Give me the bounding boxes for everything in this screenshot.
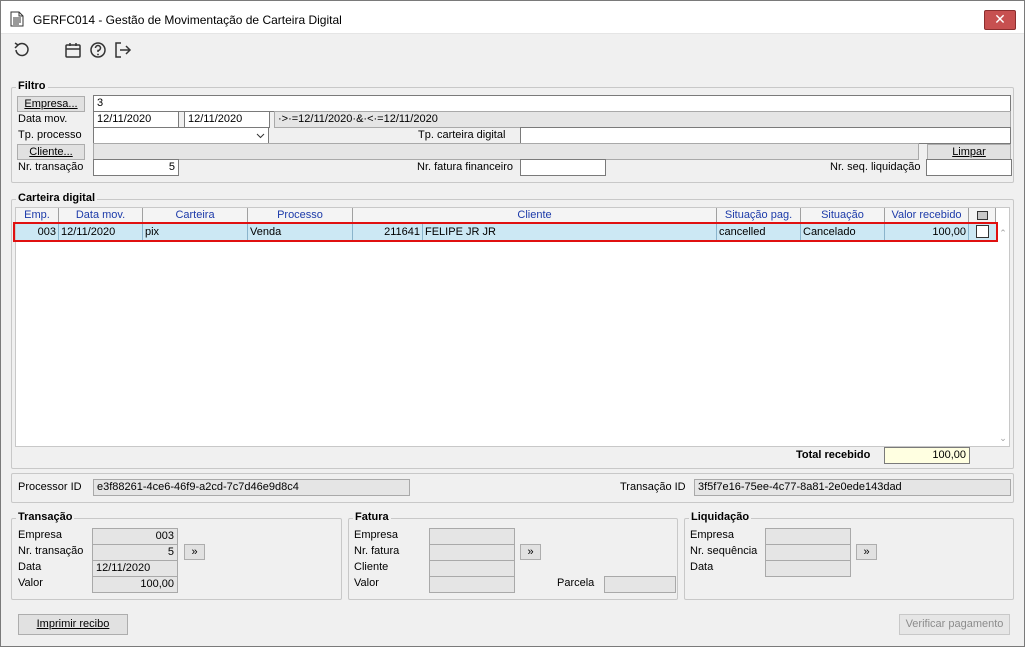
transacao-valor-value: 100,00 xyxy=(92,576,178,593)
cliente-button-label: Cliente... xyxy=(29,146,73,158)
selected-row-highlight xyxy=(13,222,998,242)
fatura-valor-value xyxy=(429,576,515,593)
liquidacao-empresa-label: Empresa xyxy=(690,529,735,541)
cliente-button[interactable]: Cliente... xyxy=(17,144,85,160)
nr-seq-input[interactable] xyxy=(926,159,1012,176)
transacao-title: Transação xyxy=(16,511,75,523)
close-button[interactable]: ✕ xyxy=(984,10,1016,30)
empresa-button[interactable]: Empresa... xyxy=(17,96,85,112)
limpar-button[interactable]: Limpar xyxy=(927,144,1011,160)
liquidacao-title: Liquidação xyxy=(689,511,752,523)
fatura-parcela-value xyxy=(604,576,676,593)
window-title: GERFC014 - Gestão de Movimentação de Car… xyxy=(33,13,342,27)
refresh-icon[interactable] xyxy=(12,40,32,60)
fatura-parcela-label: Parcela xyxy=(557,577,595,589)
transacao-id-label: Transação ID xyxy=(620,481,686,493)
transacao-go-button[interactable]: » xyxy=(184,544,205,560)
limpar-button-label: Limpar xyxy=(952,146,986,158)
toolbar xyxy=(1,35,1024,65)
processor-id-label: Processor ID xyxy=(18,481,82,493)
carteira-title: Carteira digital xyxy=(16,192,98,204)
data-mov-to-input[interactable]: 12/11/2020 xyxy=(184,111,270,128)
help-icon[interactable] xyxy=(88,40,108,60)
scroll-down-icon[interactable]: ⌄ xyxy=(997,433,1009,443)
main-window: GERFC014 - Gestão de Movimentação de Car… xyxy=(0,0,1025,647)
fatura-go-button[interactable]: » xyxy=(520,544,541,560)
document-icon xyxy=(10,11,24,27)
liquidacao-empresa-value xyxy=(765,528,851,545)
chevron-down-icon xyxy=(256,128,265,143)
fatura-cliente-label: Cliente xyxy=(354,561,389,573)
tp-processo-select[interactable] xyxy=(93,127,269,144)
carteira-grid: Emp. Data mov. Carteira Processo Cliente… xyxy=(15,207,1010,447)
fatura-nr-value xyxy=(429,544,515,561)
data-mov-label: Data mov. xyxy=(18,113,68,125)
data-mov-expression: ·>·=12/11/2020·&·<·=12/11/2020 xyxy=(274,111,1011,128)
nr-transacao-label: Nr. transação xyxy=(18,161,84,173)
liquidacao-data-value xyxy=(765,560,851,577)
liquidacao-nr-label: Nr. sequência xyxy=(690,545,758,557)
nr-transacao-input[interactable]: 5 xyxy=(93,159,179,176)
tp-carteira-input[interactable] xyxy=(520,127,1011,144)
total-label: Total recebido xyxy=(796,449,871,461)
verificar-pagamento-button[interactable]: Verificar pagamento xyxy=(899,614,1010,635)
select-all-icon xyxy=(976,211,988,220)
liquidacao-data-label: Data xyxy=(690,561,714,573)
liquidacao-go-button[interactable]: » xyxy=(856,544,877,560)
imprimir-recibo-button[interactable]: Imprimir recibo xyxy=(18,614,128,635)
nr-seq-label: Nr. seq. liquidação xyxy=(830,161,921,173)
data-mov-from-input[interactable]: 12/11/2020 xyxy=(93,111,179,128)
nr-fatura-label: Nr. fatura financeiro xyxy=(417,161,513,173)
empresa-input[interactable]: 3 xyxy=(93,95,1011,112)
scroll-up-icon[interactable]: ⌃ xyxy=(997,228,1009,238)
calendar-icon[interactable] xyxy=(63,40,83,60)
transacao-valor-label: Valor xyxy=(18,577,43,589)
transacao-id-value: 3f5f7e16-75ee-4c77-8a81-2e0ede143dad xyxy=(694,479,1011,496)
imprimir-recibo-label: Imprimir recibo xyxy=(36,618,110,630)
transacao-nr-value: 5 xyxy=(92,544,178,561)
tp-carteira-label: Tp. carteira digital xyxy=(418,129,506,141)
exit-icon[interactable] xyxy=(113,40,133,60)
title-bar: GERFC014 - Gestão de Movimentação de Car… xyxy=(1,1,1024,34)
filtro-title: Filtro xyxy=(16,80,48,92)
transacao-empresa-value: 003 xyxy=(92,528,178,545)
tp-processo-label: Tp. processo xyxy=(18,129,82,141)
cliente-input xyxy=(93,143,919,160)
fatura-valor-label: Valor xyxy=(354,577,379,589)
fatura-nr-label: Nr. fatura xyxy=(354,545,400,557)
processor-id-value: e3f88261-4ce6-46f9-a2cd-7c7d46e9d8c4 xyxy=(93,479,410,496)
transacao-nr-label: Nr. transação xyxy=(18,545,84,557)
transacao-empresa-label: Empresa xyxy=(18,529,63,541)
transacao-data-label: Data xyxy=(18,561,42,573)
fatura-title: Fatura xyxy=(353,511,391,523)
transacao-data-value: 12/11/2020 xyxy=(92,560,178,577)
total-value: 100,00 xyxy=(884,447,970,464)
fatura-empresa-value xyxy=(429,528,515,545)
fatura-empresa-label: Empresa xyxy=(354,529,399,541)
fatura-cliente-value xyxy=(429,560,515,577)
empresa-button-label: Empresa... xyxy=(24,98,78,110)
nr-fatura-input[interactable] xyxy=(520,159,606,176)
liquidacao-nr-value xyxy=(765,544,851,561)
